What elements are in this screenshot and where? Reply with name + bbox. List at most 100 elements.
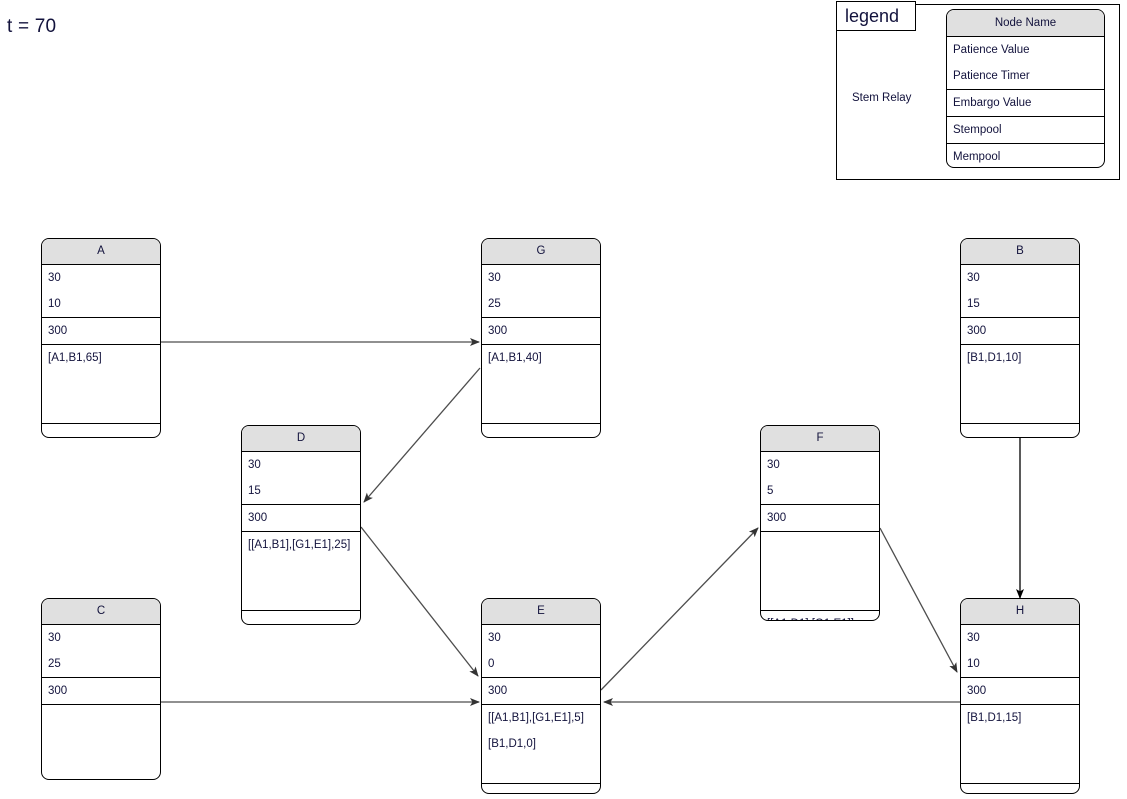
node-c-section-patience: 30 25 <box>42 625 160 678</box>
edge-g-to-d <box>363 367 481 503</box>
node-b-embargo-value: 300 <box>967 325 987 337</box>
node-g[interactable]: G 30 25 300 [A1,B1,40] <box>481 238 601 438</box>
node-f-embargo-value: 300 <box>767 512 787 524</box>
node-c-patience-value: 30 <box>48 632 61 644</box>
edge-f-to-h <box>879 527 958 673</box>
node-g-patience-value: 30 <box>488 272 501 284</box>
node-f-patience-value: 30 <box>767 459 780 471</box>
node-h-stempool-entry <box>961 731 1079 757</box>
node-h-section-mempool <box>961 784 1079 793</box>
node-d-section-stempool: [[A1,B1],[G1,E1],25] <box>242 532 360 611</box>
node-e-section-embargo: 300 <box>482 678 600 705</box>
time-label: t = 70 <box>7 16 57 37</box>
node-e-stempool-entry: [B1,D1,0] <box>488 738 536 750</box>
node-c-stempool-entry <box>42 705 160 731</box>
node-f-header: F <box>761 426 879 452</box>
node-a-stempool-entry: [A1,B1,65] <box>48 352 102 364</box>
node-b[interactable]: B 30 15 300 [B1,D1,10] <box>960 238 1080 438</box>
legend-row-patience-timer: Patience Timer <box>953 70 1030 82</box>
node-d-stempool-entry: [[A1,B1],[G1,E1],25] <box>248 539 351 551</box>
node-e-stempool-entry <box>482 757 600 783</box>
node-a-header: A <box>42 239 160 265</box>
node-c-stempool-entry <box>42 757 160 779</box>
node-c-patience-timer: 25 <box>48 658 61 670</box>
node-e-section-patience: 30 0 <box>482 625 600 678</box>
diagram-canvas: t = 70 legend Stem Relay Node Name Patie… <box>0 0 1127 799</box>
node-h-section-patience: 30 10 <box>961 625 1079 678</box>
node-b-patience-timer: 15 <box>967 298 980 310</box>
node-a-patience-value: 30 <box>48 272 61 284</box>
legend-row-embargo-value: Embargo Value <box>953 97 1032 109</box>
legend-stem-relay-label: Stem Relay <box>852 92 912 104</box>
node-b-stempool-entry: [B1,D1,10] <box>967 352 1022 364</box>
legend-node-header: Node Name <box>947 10 1104 37</box>
node-b-mempool-entry <box>961 424 1079 437</box>
edge-d-to-e <box>360 526 479 677</box>
node-e[interactable]: E 30 0 300 [[A1,B1],[G1,E1],5] [B1,D1,0] <box>481 598 601 794</box>
node-g-section-patience: 30 25 <box>482 265 600 318</box>
node-g-embargo-value: 300 <box>488 325 508 337</box>
node-g-section-embargo: 300 <box>482 318 600 345</box>
node-c-stempool-entry <box>42 731 160 757</box>
node-a-stempool-entry <box>42 397 160 423</box>
legend-section-embargo: Embargo Value <box>947 90 1104 117</box>
node-f-section-stempool <box>761 532 879 611</box>
node-d-section-patience: 30 15 <box>242 452 360 505</box>
node-f-mempool-entry: [[A1,D1],[G1,E1]] <box>761 611 879 620</box>
node-f-stempool-entry <box>761 584 879 610</box>
node-a-section-patience: 30 10 <box>42 265 160 318</box>
node-d-mempool-entry <box>242 611 360 624</box>
legend-section-stempool: Stempool <box>947 117 1104 144</box>
node-f-section-embargo: 300 <box>761 505 879 532</box>
node-g-section-stempool: [A1,B1,40] <box>482 345 600 424</box>
node-h[interactable]: H 30 10 300 [B1,D1,15] <box>960 598 1080 794</box>
node-f-section-patience: 30 5 <box>761 452 879 505</box>
node-f-stempool-entry <box>761 558 879 584</box>
legend-section-patience: Patience Value Patience Timer <box>947 37 1104 90</box>
node-a-patience-timer: 10 <box>48 298 61 310</box>
node-e-embargo-value: 300 <box>488 685 508 697</box>
node-h-stempool-entry: [B1,D1,15] <box>967 712 1022 724</box>
node-e-mempool-entry <box>482 784 600 793</box>
node-h-header: H <box>961 599 1079 625</box>
node-d-stempool-entry <box>242 558 360 584</box>
edge-e-to-f <box>600 527 759 691</box>
node-g-stempool-entry <box>482 397 600 423</box>
node-a-embargo-value: 300 <box>48 325 68 337</box>
node-g-mempool-entry <box>482 424 600 437</box>
node-c[interactable]: C 30 25 300 <box>41 598 161 780</box>
node-g-header: G <box>482 239 600 265</box>
node-b-section-stempool: [B1,D1,10] <box>961 345 1079 424</box>
node-a-section-stempool: [A1,B1,65] <box>42 345 160 424</box>
node-c-section-embargo: 300 <box>42 678 160 705</box>
node-f-stempool-entry <box>761 532 879 558</box>
legend-row-patience-value: Patience Value <box>953 44 1030 56</box>
node-g-stempool-entry <box>482 371 600 397</box>
node-d-embargo-value: 300 <box>248 512 268 524</box>
legend-row-mempool: Mempool <box>953 151 1001 163</box>
node-b-header: B <box>961 239 1079 265</box>
legend-section-mempool: Mempool <box>947 144 1104 167</box>
node-g-patience-timer: 25 <box>488 298 501 310</box>
node-h-mempool-entry <box>961 784 1079 793</box>
node-a-mempool-entry <box>42 424 160 437</box>
node-d-patience-value: 30 <box>248 459 261 471</box>
legend-tag: legend <box>836 1 916 31</box>
node-d-patience-timer: 15 <box>248 485 261 497</box>
node-a[interactable]: A 30 10 300 [A1,B1,65] <box>41 238 161 438</box>
node-e-header: E <box>482 599 600 625</box>
node-a-section-embargo: 300 <box>42 318 160 345</box>
node-h-patience-timer: 10 <box>967 658 980 670</box>
node-e-patience-timer: 0 <box>488 658 495 670</box>
node-a-section-mempool <box>42 424 160 437</box>
node-f[interactable]: F 30 5 300 [[A1,D1],[G1,E1]] <box>760 425 880 621</box>
node-g-section-mempool <box>482 424 600 437</box>
node-b-patience-value: 30 <box>967 272 980 284</box>
node-d[interactable]: D 30 15 300 [[A1,B1],[G1,E1],25] <box>241 425 361 625</box>
node-d-section-embargo: 300 <box>242 505 360 532</box>
node-b-section-mempool <box>961 424 1079 437</box>
node-b-section-embargo: 300 <box>961 318 1079 345</box>
node-d-header: D <box>242 426 360 452</box>
node-e-patience-value: 30 <box>488 632 501 644</box>
node-f-section-mempool: [[A1,D1],[G1,E1]] <box>761 611 879 620</box>
